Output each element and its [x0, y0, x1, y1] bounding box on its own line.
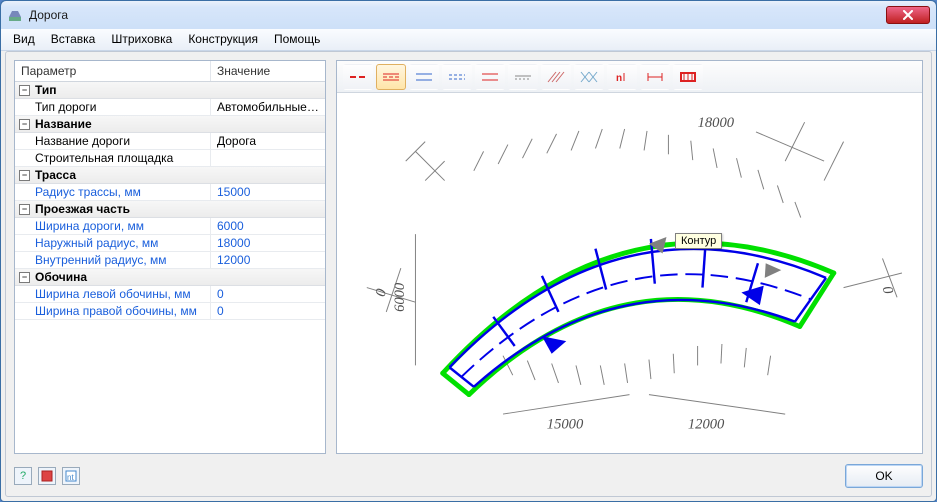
property-name: Наружный радиус, мм — [15, 235, 211, 251]
collapse-icon[interactable]: − — [19, 204, 30, 215]
menubar: Вид Вставка Штриховка Конструкция Помощь — [1, 29, 936, 51]
property-value[interactable]: 0 — [211, 286, 325, 302]
collapse-icon[interactable]: − — [19, 272, 30, 283]
style-red-narrow-icon[interactable] — [475, 64, 505, 90]
svg-text:nt: nt — [67, 473, 74, 482]
property-row[interactable]: Наружный радиус, мм18000 — [15, 235, 325, 252]
footer-icons: ? nt — [14, 467, 80, 485]
property-name: Ширина правой обочины, мм — [15, 303, 211, 319]
property-group[interactable]: −Обочина — [15, 269, 325, 286]
property-row[interactable]: Тип дорогиАвтомобильные вр... — [15, 99, 325, 116]
style-hatch-cross-icon[interactable] — [574, 64, 604, 90]
info-icon[interactable] — [38, 467, 56, 485]
collapse-icon[interactable]: − — [19, 170, 30, 181]
property-header: Параметр Значение — [15, 61, 325, 82]
canvas-tooltip: Контур — [675, 233, 722, 249]
style-dimension-icon[interactable] — [640, 64, 670, 90]
group-label: Название — [35, 117, 92, 131]
style-hatch-diag-icon[interactable] — [541, 64, 571, 90]
property-name: Ширина левой обочины, мм — [15, 286, 211, 302]
property-row[interactable]: Ширина левой обочины, мм0 — [15, 286, 325, 303]
drawing-toolbar: n — [337, 61, 922, 93]
property-group[interactable]: −Трасса — [15, 167, 325, 184]
property-grid: Параметр Значение −ТипТип дорогиАвтомоби… — [14, 60, 326, 454]
dim-inner-radius: 12000 — [688, 417, 725, 433]
dim-zero-left: 0 — [373, 286, 391, 298]
property-value[interactable]: 18000 — [211, 235, 325, 251]
dialog-window: Дорога Вид Вставка Штриховка Конструкция… — [0, 0, 937, 502]
style-red-box-icon[interactable] — [673, 64, 703, 90]
property-group[interactable]: −Название — [15, 116, 325, 133]
property-row[interactable]: Радиус трассы, мм15000 — [15, 184, 325, 201]
header-param[interactable]: Параметр — [15, 61, 211, 81]
drawing-canvas[interactable]: 18000 15000 12000 6000 0 0 Контур — [337, 93, 922, 453]
property-row[interactable]: Ширина правой обочины, мм0 — [15, 303, 325, 320]
property-name: Радиус трассы, мм — [15, 184, 211, 200]
client-area: Параметр Значение −ТипТип дорогиАвтомоби… — [5, 51, 932, 497]
property-name: Ширина дороги, мм — [15, 218, 211, 234]
property-group[interactable]: −Проезжая часть — [15, 201, 325, 218]
property-value[interactable]: 6000 — [211, 218, 325, 234]
group-label: Трасса — [35, 168, 76, 182]
property-name: Строительная площадка — [15, 150, 211, 166]
property-name: Тип дороги — [15, 99, 211, 115]
dim-zero-right: 0 — [879, 284, 897, 296]
property-group[interactable]: −Тип — [15, 82, 325, 99]
style-centerline-icon[interactable] — [343, 64, 373, 90]
property-value[interactable]: 12000 — [211, 252, 325, 268]
style-number-icon[interactable]: n — [607, 64, 637, 90]
menu-help[interactable]: Помощь — [266, 29, 328, 50]
help-icon[interactable]: ? — [14, 467, 32, 485]
property-row[interactable]: Внутренний радиус, мм12000 — [15, 252, 325, 269]
property-row[interactable]: Название дорогиДорога — [15, 133, 325, 150]
menu-construction[interactable]: Конструкция — [180, 29, 266, 50]
property-name: Внутренний радиус, мм — [15, 252, 211, 268]
style-gray-thin-icon[interactable] — [508, 64, 538, 90]
property-value[interactable]: Автомобильные вр... — [211, 99, 325, 115]
property-body: −ТипТип дорогиАвтомобильные вр...−Назван… — [15, 82, 325, 320]
footer: ? nt OK — [14, 462, 923, 490]
menu-insert[interactable]: Вставка — [43, 29, 104, 50]
property-name: Название дороги — [15, 133, 211, 149]
property-row[interactable]: Ширина дороги, мм6000 — [15, 218, 325, 235]
property-value[interactable]: 0 — [211, 303, 325, 319]
property-value[interactable]: Дорога — [211, 133, 325, 149]
group-label: Тип — [35, 83, 57, 97]
group-label: Обочина — [35, 270, 87, 284]
group-label: Проезжая часть — [35, 202, 130, 216]
dim-outer-radius: 18000 — [698, 115, 735, 131]
style-lane-red-icon[interactable] — [376, 64, 406, 90]
dim-trace-radius: 15000 — [547, 417, 584, 433]
property-value[interactable] — [211, 150, 325, 166]
property-value[interactable]: 15000 — [211, 184, 325, 200]
menu-hatch[interactable]: Штриховка — [103, 29, 180, 50]
ok-button[interactable]: OK — [845, 464, 923, 488]
collapse-icon[interactable]: − — [19, 85, 30, 96]
close-button[interactable] — [886, 6, 930, 24]
window-title: Дорога — [29, 8, 886, 22]
svg-text:n: n — [616, 73, 622, 84]
collapse-icon[interactable]: − — [19, 119, 30, 130]
drawing-panel: n — [336, 60, 923, 454]
titlebar[interactable]: Дорога — [1, 1, 936, 29]
app-icon — [7, 7, 23, 23]
settings-icon[interactable]: nt — [62, 467, 80, 485]
content: Параметр Значение −ТипТип дорогиАвтомоби… — [14, 60, 923, 454]
style-double-blue-icon[interactable] — [442, 64, 472, 90]
style-lane-blue-icon[interactable] — [409, 64, 439, 90]
property-row[interactable]: Строительная площадка — [15, 150, 325, 167]
header-value[interactable]: Значение — [211, 61, 325, 81]
menu-view[interactable]: Вид — [5, 29, 43, 50]
dim-width: 6000 — [392, 282, 408, 312]
